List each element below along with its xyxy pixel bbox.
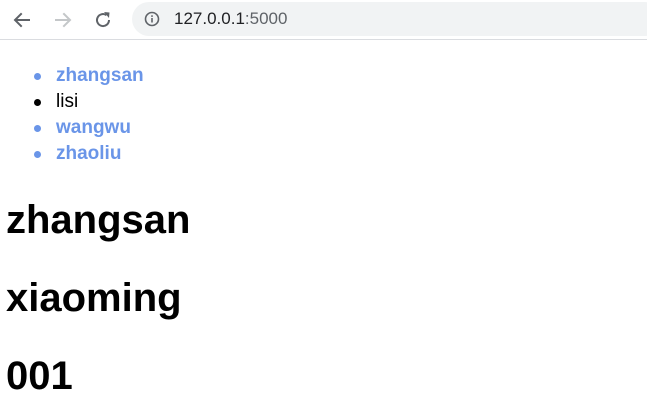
url-host: 127.0.0.1 <box>174 9 245 28</box>
url-text[interactable]: 127.0.0.1:5000 <box>174 9 287 29</box>
url-port: :5000 <box>244 9 288 28</box>
list-item-zhaoliu[interactable]: zhaoliu <box>34 141 647 167</box>
page-content: zhangsan lisi wangwu zhaoliu <box>0 41 647 167</box>
address-bar[interactable]: 127.0.0.1:5000 <box>132 2 647 36</box>
bullet <box>34 151 41 158</box>
list-item-lisi: lisi <box>34 89 647 115</box>
back-button[interactable] <box>7 5 37 35</box>
bullet <box>34 99 41 106</box>
list-item-wangwu[interactable]: wangwu <box>34 115 647 141</box>
arrow-left-icon <box>13 12 30 28</box>
browser-toolbar: 127.0.0.1:5000 <box>0 0 647 40</box>
reload-button[interactable] <box>88 5 118 35</box>
reload-icon <box>96 12 111 28</box>
forward-button[interactable] <box>48 5 78 35</box>
user-list: zhangsan lisi wangwu zhaoliu <box>0 63 647 167</box>
list-item-zhangsan[interactable]: zhangsan <box>34 63 647 89</box>
heading-third: 001 <box>6 354 73 398</box>
arrow-right-icon <box>55 12 72 28</box>
list-item-label[interactable]: wangwu <box>56 117 131 138</box>
heading-first: zhangsan <box>6 198 191 242</box>
heading-second: xiaoming <box>6 276 182 320</box>
info-icon[interactable] <box>144 11 160 27</box>
list-item-label: lisi <box>56 91 79 112</box>
list-item-label[interactable]: zhangsan <box>56 65 144 86</box>
bullet <box>34 125 41 132</box>
bullet <box>34 73 41 80</box>
list-item-label[interactable]: zhaoliu <box>56 143 121 164</box>
